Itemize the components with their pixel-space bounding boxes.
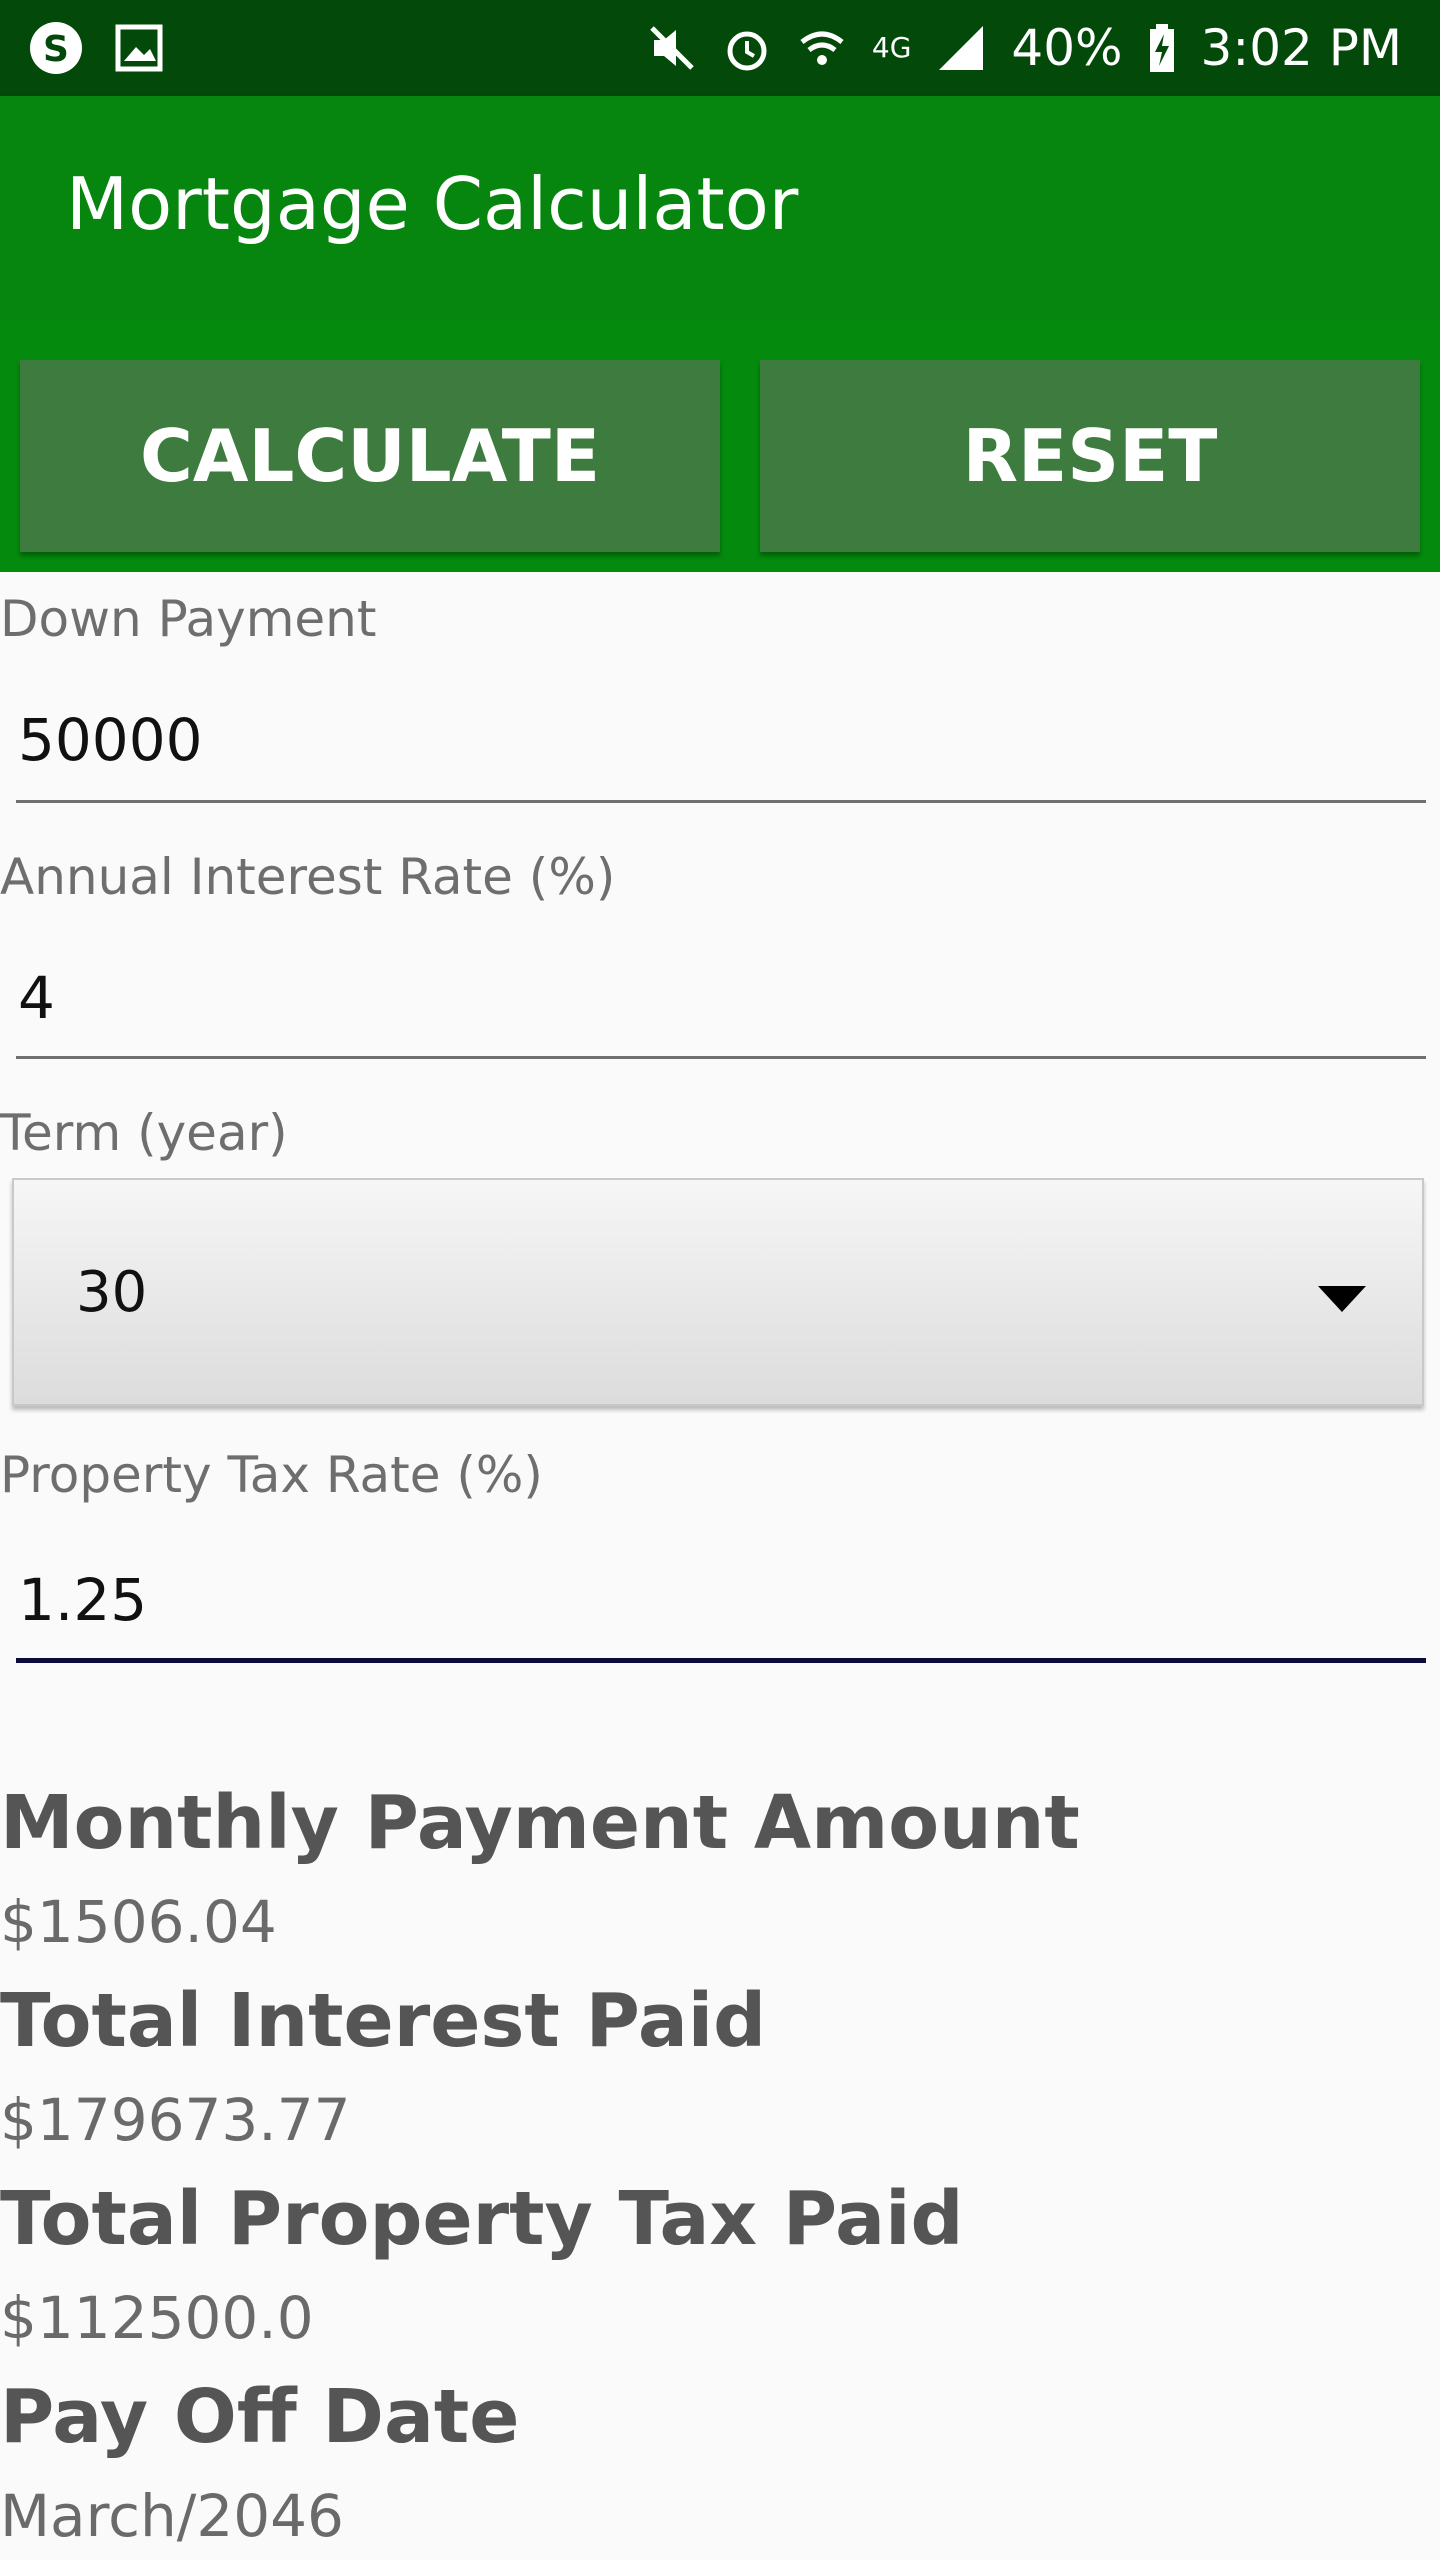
mute-icon xyxy=(646,22,698,74)
monthly-payment-title: Monthly Payment Amount xyxy=(0,1780,1080,1866)
skype-icon: S xyxy=(26,18,86,78)
svg-text:S: S xyxy=(43,29,69,70)
interest-rate-field[interactable]: 4 xyxy=(16,964,1426,1059)
pay-off-date-title: Pay Off Date xyxy=(0,2374,520,2460)
property-tax-field[interactable]: 1.25 xyxy=(16,1566,1426,1663)
term-selected-value: 30 xyxy=(76,1260,148,1325)
status-bar: S 4G 40% 3:02 PM xyxy=(0,0,1440,96)
app-title: Mortgage Calculator xyxy=(66,162,799,246)
total-property-tax-value: $112500.0 xyxy=(0,2284,314,2352)
interest-rate-label: Annual Interest Rate (%) xyxy=(0,848,616,906)
battery-percent: 40% xyxy=(1011,19,1123,77)
term-dropdown[interactable]: 30 xyxy=(12,1178,1424,1406)
monthly-payment-value: $1506.04 xyxy=(0,1888,277,1956)
down-payment-field[interactable]: 50000 xyxy=(16,706,1426,803)
app-bar: Mortgage Calculator xyxy=(0,96,1440,320)
pay-off-date-value: March/2046 xyxy=(0,2482,344,2550)
reset-button[interactable]: RESET xyxy=(760,360,1420,552)
total-interest-value: $179673.77 xyxy=(0,2086,351,2154)
term-label: Term (year) xyxy=(0,1104,288,1162)
signal-icon xyxy=(935,22,987,74)
button-bar: CALCULATE RESET xyxy=(0,320,1440,572)
calculate-button[interactable]: CALCULATE xyxy=(20,360,720,552)
total-interest-title: Total Interest Paid xyxy=(0,1978,767,2064)
lte-label: 4G xyxy=(871,31,912,64)
dropdown-arrow-icon xyxy=(1318,1286,1366,1312)
property-tax-label: Property Tax Rate (%) xyxy=(0,1446,543,1504)
clock: 3:02 PM xyxy=(1200,19,1402,77)
image-icon xyxy=(114,23,164,73)
down-payment-label: Down Payment xyxy=(0,590,377,648)
battery-icon xyxy=(1147,22,1177,74)
alarm-icon xyxy=(722,23,772,73)
total-property-tax-title: Total Property Tax Paid xyxy=(0,2176,964,2262)
wifi-icon xyxy=(796,22,848,74)
